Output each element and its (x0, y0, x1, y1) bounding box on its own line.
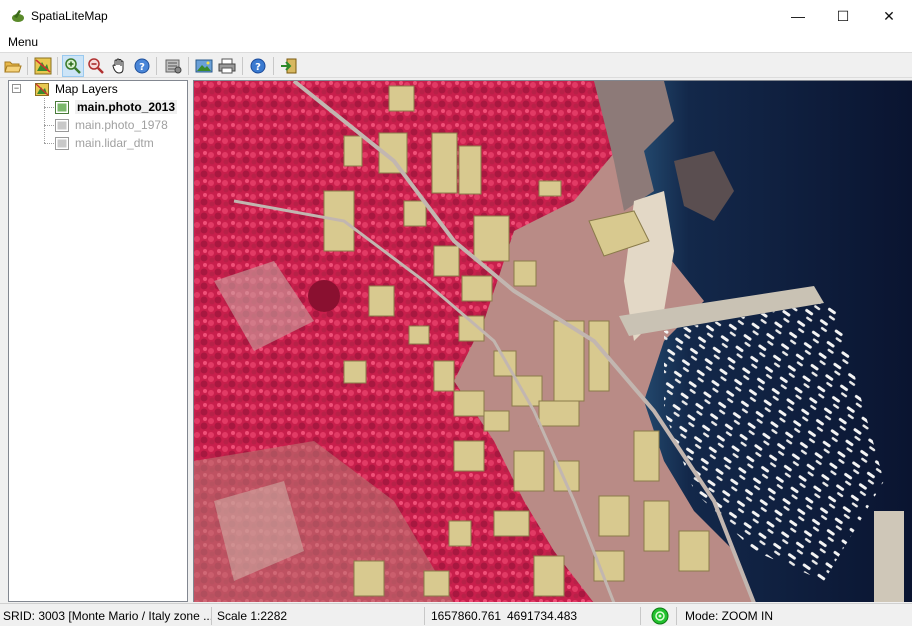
zoom-out-button[interactable] (85, 55, 107, 77)
app-icon (12, 10, 24, 22)
open-button[interactable] (2, 55, 24, 77)
print-button[interactable] (216, 55, 238, 77)
toolbar: ? ? (0, 52, 912, 78)
layer-item-photo-1978[interactable]: main.photo_1978 (55, 116, 168, 134)
layer-item-photo-2013[interactable]: main.photo_2013 (55, 98, 178, 116)
y-coordinate: 4691734.483 (507, 609, 578, 623)
export-image-icon (195, 59, 213, 73)
scale-status: Scale 1:2282 (217, 609, 288, 623)
title-bar: SpatiaLiteMap — ☐ ✕ (0, 0, 912, 32)
identify-icon: ? (134, 58, 150, 74)
raster-layer-icon (55, 100, 69, 114)
tree-root[interactable]: Map Layers (35, 80, 118, 98)
map-canvas[interactable] (193, 80, 912, 602)
tree-connector (44, 98, 45, 143)
minimize-button[interactable]: — (775, 0, 821, 32)
map-layers-icon (35, 82, 49, 96)
maximize-button[interactable]: ☐ (820, 0, 866, 32)
map-layers-icon (34, 57, 52, 75)
close-icon: ✕ (883, 7, 895, 24)
pan-hand-icon (112, 58, 124, 74)
settings-icon (165, 59, 182, 74)
tree-expander[interactable]: − (12, 84, 21, 93)
raster-layer-icon (55, 136, 69, 150)
tree-root-label: Map Layers (55, 82, 118, 96)
layer-label: main.lidar_dtm (75, 136, 154, 150)
settings-button[interactable] (162, 55, 184, 77)
srid-status: SRID: 3003 [Monte Mario / Italy zone ... (3, 609, 214, 623)
maximize-icon: ☐ (836, 7, 850, 24)
menu-bar: Menu (0, 32, 912, 52)
svg-text:?: ? (139, 62, 145, 73)
raster-layer-icon (55, 118, 69, 132)
close-button[interactable]: ✕ (866, 0, 912, 32)
layers-button[interactable] (32, 55, 54, 77)
identify-button[interactable]: ? (131, 55, 153, 77)
zoom-out-icon (88, 58, 104, 74)
pan-button[interactable] (108, 55, 130, 77)
help-button[interactable]: ? (247, 55, 269, 77)
menu-item[interactable]: Menu (8, 35, 38, 49)
aerial-photo (194, 81, 912, 602)
layer-item-lidar-dtm[interactable]: main.lidar_dtm (55, 134, 154, 152)
layer-label: main.photo_2013 (75, 100, 178, 114)
status-bar: SRID: 3003 [Monte Mario / Italy zone ...… (0, 603, 912, 626)
exit-button[interactable] (278, 55, 300, 77)
export-image-button[interactable] (193, 55, 215, 77)
window-title: SpatiaLiteMap (31, 9, 108, 23)
svg-text:?: ? (255, 62, 261, 73)
minimize-icon: — (791, 8, 805, 24)
gps-status-icon (651, 607, 669, 625)
help-icon: ? (250, 58, 266, 74)
print-icon (218, 58, 236, 74)
zoom-in-icon (65, 58, 81, 74)
layer-label: main.photo_1978 (75, 118, 168, 132)
zoom-in-button[interactable] (62, 55, 84, 77)
exit-icon (281, 58, 297, 74)
layer-tree-panel (8, 80, 188, 602)
x-coordinate: 1657860.761 (431, 609, 502, 623)
mode-status: Mode: ZOOM IN (685, 609, 774, 623)
open-folder-icon (4, 61, 22, 73)
